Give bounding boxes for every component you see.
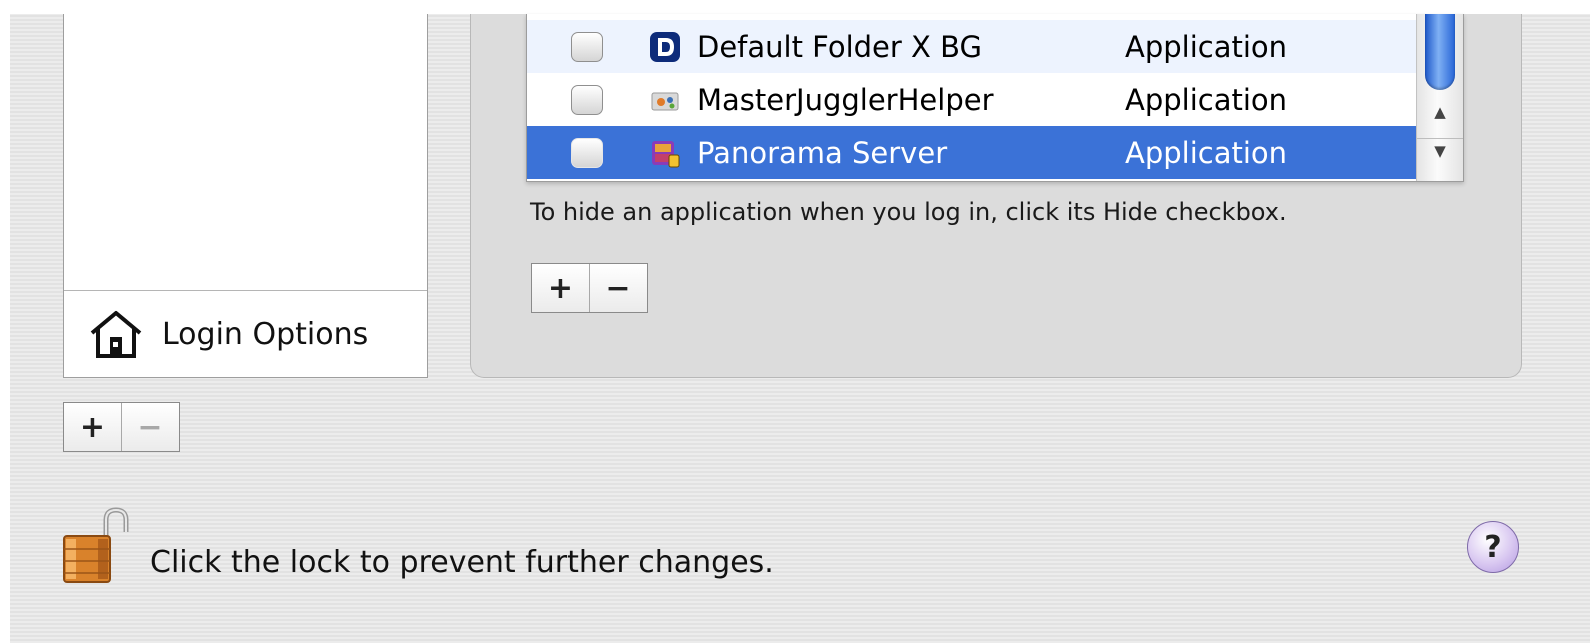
table-row[interactable]: MasterJugglerHelper Application <box>527 73 1417 126</box>
scroll-thumb[interactable] <box>1425 14 1455 90</box>
login-options-label: Login Options <box>162 316 369 352</box>
scroll-down-arrow-icon[interactable]: ▼ <box>1417 138 1463 163</box>
panorama-server-icon <box>652 140 680 167</box>
login-items-table[interactable]: Default Folder X BG Application MasterJu… <box>526 14 1464 182</box>
item-name: Panorama Server <box>697 135 948 170</box>
unlocked-padlock-icon[interactable] <box>60 506 140 586</box>
lock-status-text: Click the lock to prevent further change… <box>150 545 774 580</box>
vertical-scrollbar[interactable]: ▲ ▼ <box>1416 14 1463 181</box>
table-row[interactable]: Panorama Server Application <box>527 126 1417 179</box>
remove-login-item-button[interactable]: − <box>589 264 646 312</box>
item-name: Default Folder X BG <box>697 29 982 64</box>
item-kind: Application <box>1125 82 1288 117</box>
item-add-remove-buttons: + − <box>531 263 648 313</box>
table-row[interactable]: Default Folder X BG Application <box>527 20 1417 73</box>
scroll-up-arrow-icon[interactable]: ▲ <box>1417 100 1463 124</box>
hide-hint-text: To hide an application when you log in, … <box>530 198 1287 226</box>
hide-checkbox[interactable] <box>571 31 603 62</box>
login-options-item[interactable]: Login Options <box>64 290 427 377</box>
masterjuggler-icon <box>651 92 679 110</box>
default-folder-icon <box>650 31 680 62</box>
user-add-remove-buttons: + − <box>63 402 180 452</box>
add-user-button[interactable]: + <box>64 403 121 451</box>
item-name: MasterJugglerHelper <box>697 82 994 117</box>
hide-checkbox[interactable] <box>571 137 603 168</box>
help-button[interactable]: ? <box>1467 521 1519 573</box>
add-login-item-button[interactable]: + <box>532 264 589 312</box>
house-icon <box>90 311 142 358</box>
item-kind: Application <box>1125 29 1288 64</box>
remove-user-button[interactable]: − <box>121 403 178 451</box>
item-kind: Application <box>1125 135 1288 170</box>
user-list[interactable]: Login Options <box>63 14 428 378</box>
hide-checkbox[interactable] <box>571 84 603 115</box>
